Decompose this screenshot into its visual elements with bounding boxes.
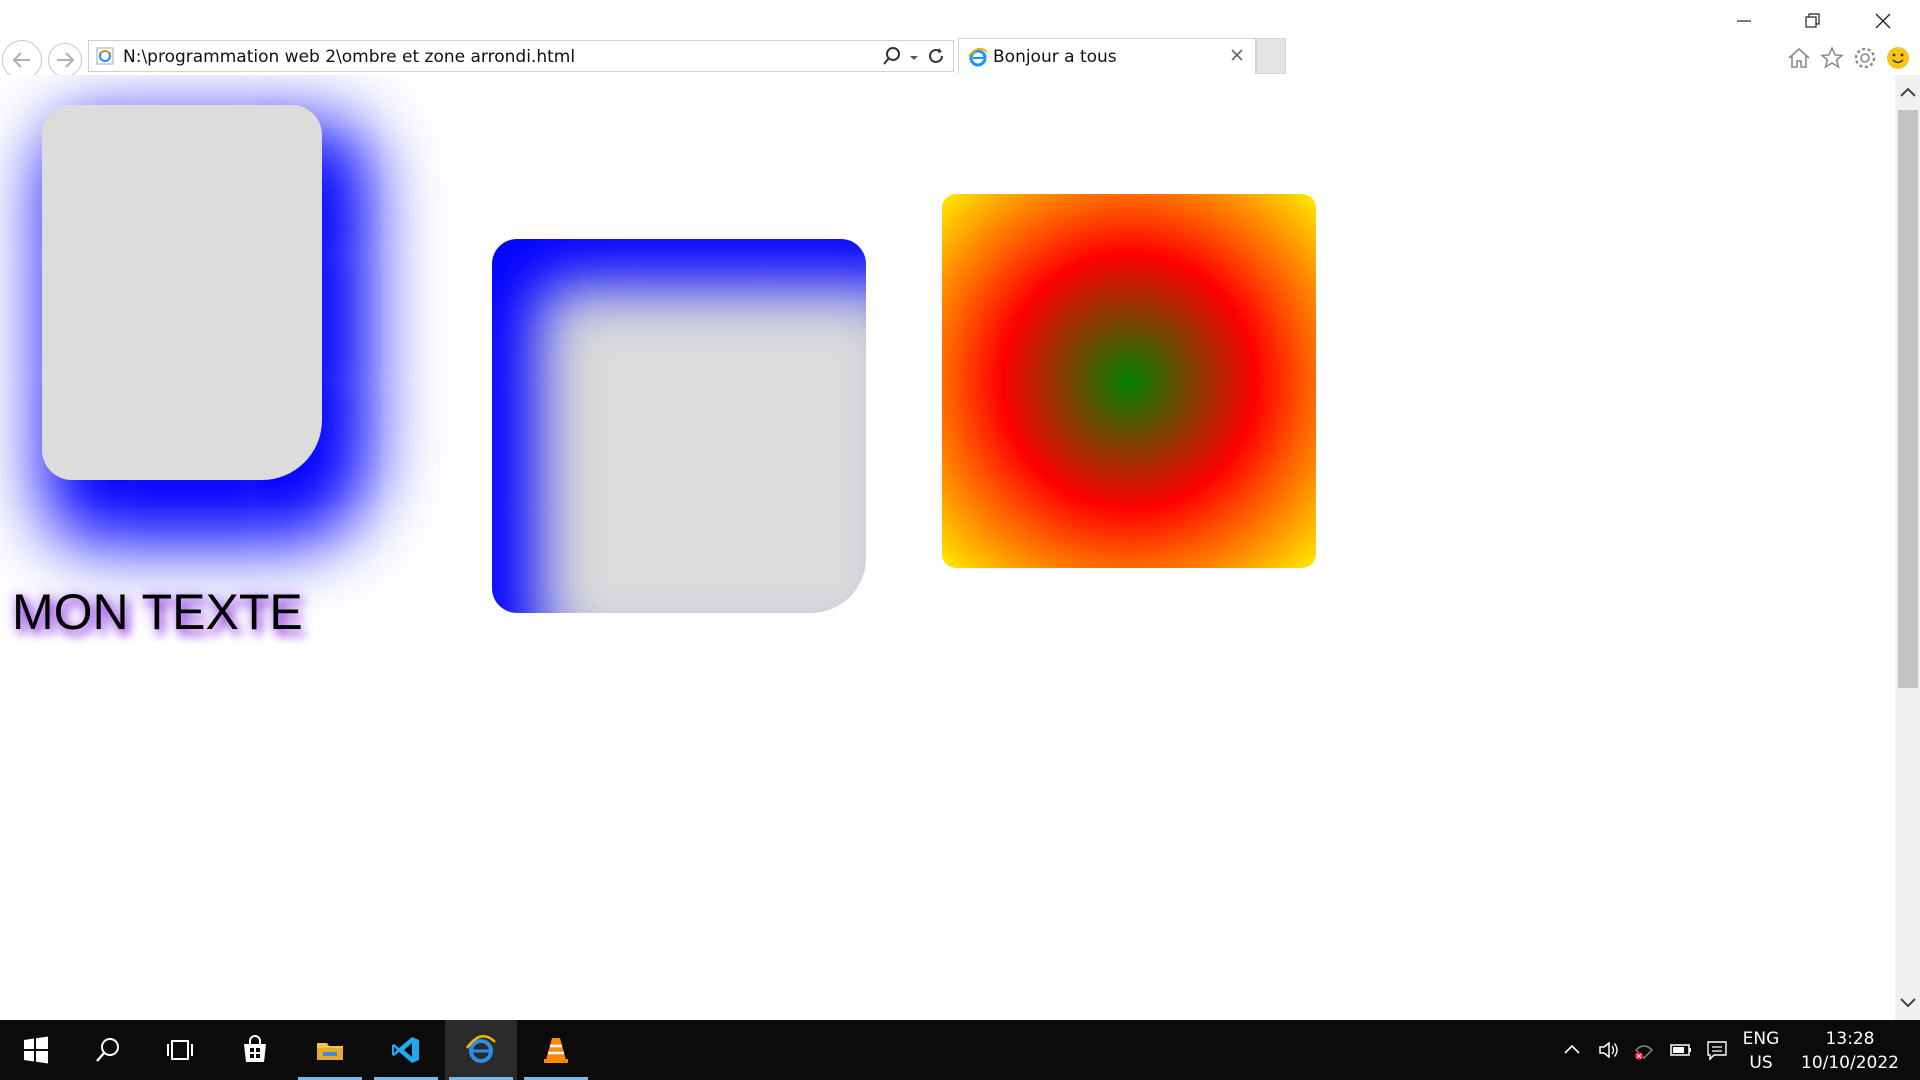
address-bar[interactable]: N:\programmation web 2\ombre et zone arr… bbox=[88, 40, 954, 72]
clock-time: 13:28 bbox=[1825, 1029, 1875, 1049]
ie-page-icon bbox=[96, 47, 114, 65]
battery-icon bbox=[1670, 1044, 1691, 1056]
show-hidden-icons-button[interactable] bbox=[1558, 1036, 1586, 1064]
store-icon bbox=[244, 1035, 266, 1062]
battery-button[interactable] bbox=[1667, 1036, 1695, 1064]
file-explorer-button[interactable] bbox=[294, 1020, 366, 1080]
restore-button[interactable] bbox=[1796, 6, 1830, 36]
inset-shadow-box bbox=[492, 239, 866, 613]
refresh-icon[interactable] bbox=[925, 45, 947, 67]
search-icon bbox=[96, 1038, 119, 1062]
outer-shadow-box bbox=[42, 105, 322, 480]
scroll-up-button[interactable] bbox=[1895, 83, 1920, 103]
browser-chrome: N:\programmation web 2\ombre et zone arr… bbox=[0, 0, 1920, 80]
tab-title: Bonjour a tous bbox=[993, 47, 1117, 67]
chevron-up-icon bbox=[1899, 87, 1916, 97]
clock[interactable]: 13:28 10/10/2022 bbox=[1796, 1027, 1904, 1075]
search-icon[interactable] bbox=[881, 45, 903, 67]
task-view-icon bbox=[167, 1040, 193, 1060]
store-button[interactable] bbox=[219, 1020, 291, 1080]
vscode-button[interactable] bbox=[370, 1020, 442, 1080]
region-label: US bbox=[1749, 1053, 1773, 1073]
close-window-button[interactable] bbox=[1866, 6, 1900, 36]
start-icon bbox=[24, 1036, 48, 1064]
file-explorer-icon bbox=[317, 1043, 343, 1060]
forward-button[interactable] bbox=[48, 43, 82, 77]
page-content: MON TEXTE bbox=[0, 75, 1895, 1020]
task-view-button[interactable] bbox=[144, 1020, 216, 1080]
minimize-icon bbox=[1737, 20, 1751, 22]
address-url: N:\programmation web 2\ombre et zone arr… bbox=[123, 47, 576, 67]
language-label: ENG bbox=[1742, 1029, 1780, 1049]
taskbar-search-button[interactable] bbox=[72, 1020, 144, 1080]
network-disconnected-icon bbox=[1635, 1045, 1653, 1060]
internet-explorer-icon bbox=[465, 1035, 496, 1063]
tab-bonjour[interactable]: Bonjour a tous bbox=[958, 38, 1256, 74]
taskbar: ENG US 13:28 10/10/2022 bbox=[0, 1020, 1920, 1080]
chevron-down-icon bbox=[1899, 998, 1916, 1008]
start-button[interactable] bbox=[0, 1020, 72, 1080]
minimize-button[interactable] bbox=[1727, 6, 1761, 36]
smiley-icon bbox=[1887, 47, 1909, 69]
scroll-thumb[interactable] bbox=[1898, 110, 1918, 688]
gear-icon bbox=[1854, 47, 1876, 69]
speaker-icon bbox=[1599, 1041, 1618, 1059]
volume-button[interactable] bbox=[1594, 1036, 1622, 1064]
action-center-icon bbox=[1707, 1041, 1727, 1061]
close-icon bbox=[1875, 13, 1891, 29]
back-arrow-icon bbox=[12, 52, 30, 68]
restore-icon bbox=[1805, 13, 1820, 28]
settings-button[interactable] bbox=[1851, 44, 1879, 72]
language-indicator[interactable]: ENG US bbox=[1740, 1027, 1782, 1075]
new-tab-button[interactable] bbox=[1256, 38, 1286, 74]
internet-explorer-button[interactable] bbox=[445, 1020, 517, 1080]
favorites-button[interactable] bbox=[1818, 44, 1846, 72]
chevron-up-icon bbox=[1564, 1044, 1580, 1054]
radial-gradient-box bbox=[942, 194, 1316, 568]
vlc-button[interactable] bbox=[520, 1020, 592, 1080]
home-icon bbox=[1788, 47, 1810, 68]
star-icon bbox=[1820, 46, 1844, 69]
home-button[interactable] bbox=[1785, 44, 1813, 72]
shadow-text: MON TEXTE bbox=[12, 584, 303, 640]
forward-arrow-icon bbox=[57, 52, 75, 68]
notifications-button[interactable] bbox=[1703, 1036, 1731, 1064]
clock-date: 10/10/2022 bbox=[1801, 1053, 1899, 1073]
network-button[interactable] bbox=[1630, 1036, 1658, 1064]
scroll-down-button[interactable] bbox=[1895, 992, 1920, 1012]
vscode-icon bbox=[392, 1037, 419, 1063]
back-button[interactable] bbox=[2, 40, 42, 80]
chevron-down-icon[interactable] bbox=[907, 47, 921, 67]
close-tab-icon[interactable] bbox=[1227, 45, 1247, 65]
vlc-icon bbox=[544, 1038, 568, 1063]
ie-tab-icon bbox=[968, 47, 988, 67]
feedback-button[interactable] bbox=[1884, 44, 1912, 72]
vertical-scrollbar[interactable] bbox=[1895, 75, 1920, 1020]
